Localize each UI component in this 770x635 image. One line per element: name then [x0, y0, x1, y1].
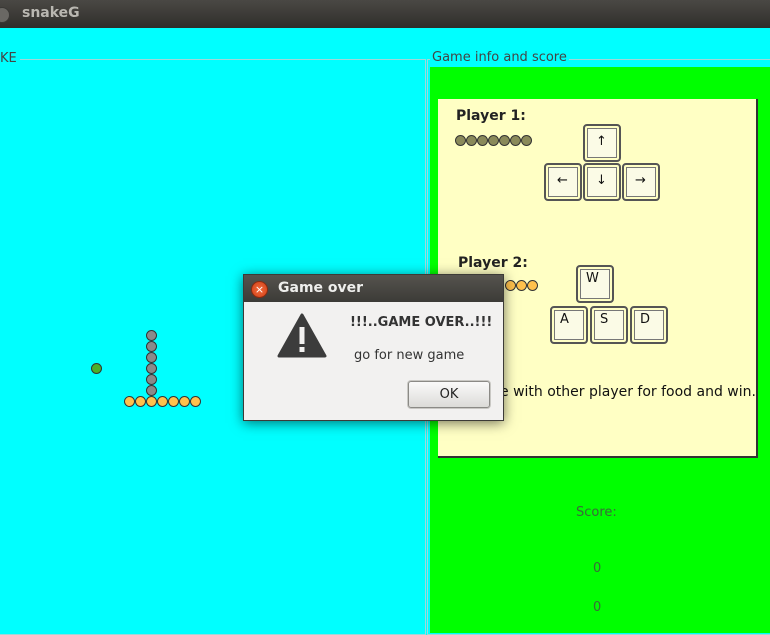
- key-a-icon: A: [550, 306, 588, 344]
- info-panel-label: Game info and score: [430, 50, 569, 65]
- snake1-segment: [146, 330, 157, 341]
- player1-life-dot: [488, 135, 499, 146]
- player1-life-dot: [477, 135, 488, 146]
- snake2-segment: [124, 396, 135, 407]
- snake2-segment: [157, 396, 168, 407]
- key-w-icon: W: [576, 265, 614, 303]
- snake1-segment: [146, 374, 157, 385]
- key-left-icon: ←: [544, 163, 582, 201]
- ok-button[interactable]: OK: [408, 381, 490, 408]
- dialog-close-icon[interactable]: ×: [251, 281, 268, 298]
- game-over-dialog: × Game over !!!..GAME OVER..!!! go for n…: [243, 274, 504, 421]
- player1-life-dot: [521, 135, 532, 146]
- dialog-message-title: !!!..GAME OVER..!!!: [350, 315, 493, 330]
- player1-label: Player 1:: [456, 108, 526, 124]
- warning-icon: [277, 313, 327, 363]
- snake1-segment: [146, 363, 157, 374]
- snake2-segment: [179, 396, 190, 407]
- player2-life-dot: [527, 280, 538, 291]
- player2-label: Player 2:: [458, 255, 528, 271]
- snake2-segment: [135, 396, 146, 407]
- player2-score: 0: [593, 600, 602, 615]
- key-down-icon: ↓: [583, 163, 621, 201]
- key-up-icon: ↑: [583, 124, 621, 162]
- food-pellet: [91, 363, 102, 374]
- window-titlebar: snakeG: [0, 0, 770, 29]
- key-s-icon: S: [590, 306, 628, 344]
- key-d-icon: D: [630, 306, 668, 344]
- game-board-label: KE: [0, 51, 20, 66]
- snake2-segment: [190, 396, 201, 407]
- snake2-segment: [146, 396, 157, 407]
- player1-score: 0: [593, 561, 602, 576]
- key-right-icon: →: [622, 163, 660, 201]
- window-title: snakeG: [22, 5, 80, 21]
- rules-text: e with other player for food and win.: [500, 384, 756, 400]
- snake2-segment: [168, 396, 179, 407]
- player1-life-dot: [510, 135, 521, 146]
- player1-life-dot: [499, 135, 510, 146]
- player2-life-dot: [505, 280, 516, 291]
- snake1-segment: [146, 341, 157, 352]
- dialog-title: Game over: [278, 280, 364, 296]
- score-label: Score:: [576, 505, 617, 520]
- snake1-segment: [146, 352, 157, 363]
- dialog-titlebar: × Game over: [244, 275, 503, 302]
- window-close-icon[interactable]: [0, 7, 10, 23]
- player1-life-dot: [466, 135, 477, 146]
- player2-life-dot: [516, 280, 527, 291]
- snake1-segment: [146, 385, 157, 396]
- player1-life-dot: [455, 135, 466, 146]
- dialog-message-body: go for new game: [354, 348, 465, 363]
